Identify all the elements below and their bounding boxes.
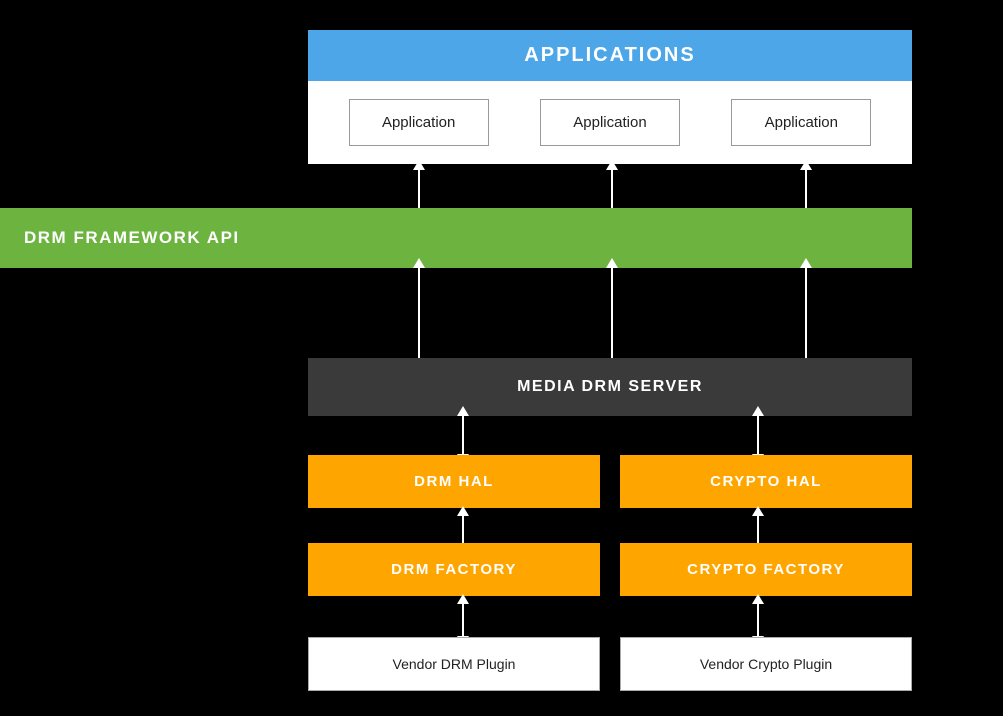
app-box-2: Application [540, 99, 680, 146]
drm-api-block: DRM FRAMEWORK API [0, 208, 912, 268]
app-box-1: Application [349, 99, 489, 146]
app-box-3: Application [731, 99, 871, 146]
vendor-row: Vendor DRM Plugin Vendor Crypto Plugin [308, 637, 912, 691]
crypto-hal-box: CRYPTO HAL [620, 455, 912, 508]
media-drm-block: MEDIA DRM SERVER [308, 358, 912, 416]
arrow-drm-media1 [413, 258, 425, 368]
crypto-factory-box: CRYPTO FACTORY [620, 543, 912, 596]
diagram-container: APPLICATIONS Application Application App… [0, 0, 1003, 716]
vendor-drm-plugin-box: Vendor DRM Plugin [308, 637, 600, 691]
hal-row: DRM HAL CRYPTO HAL [308, 455, 912, 508]
factory-row: DRM FACTORY CRYPTO FACTORY [308, 543, 912, 596]
applications-header: APPLICATIONS [308, 30, 912, 81]
applications-block: APPLICATIONS Application Application App… [308, 30, 912, 164]
arrow-drm-media2 [606, 258, 618, 368]
vendor-crypto-plugin-box: Vendor Crypto Plugin [620, 637, 912, 691]
applications-body: Application Application Application [308, 81, 912, 164]
drm-factory-box: DRM FACTORY [308, 543, 600, 596]
drm-hal-box: DRM HAL [308, 455, 600, 508]
arrow-drm-media3 [800, 258, 812, 368]
